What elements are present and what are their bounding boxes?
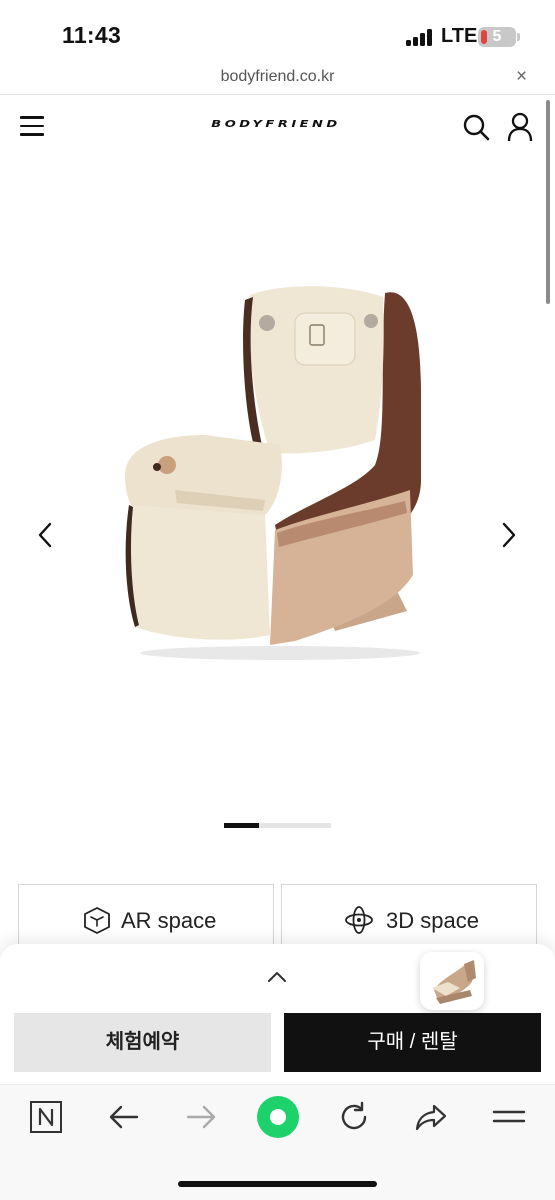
chevron-right-icon[interactable] bbox=[498, 518, 520, 552]
reserve-trial-button[interactable]: 체험예약 bbox=[14, 1013, 271, 1072]
3d-space-label: 3D space bbox=[386, 908, 479, 933]
chevron-up-icon[interactable] bbox=[266, 970, 288, 984]
thumbnail-chair-image bbox=[432, 960, 476, 1004]
product-image bbox=[125, 286, 421, 660]
share-icon[interactable] bbox=[414, 1100, 448, 1134]
ar-space-label: AR space bbox=[121, 908, 217, 933]
search-icon[interactable] bbox=[462, 113, 490, 141]
chevron-left-icon[interactable] bbox=[34, 518, 56, 552]
product-thumbnail[interactable] bbox=[420, 952, 484, 1010]
signal-icon bbox=[406, 29, 434, 46]
close-icon[interactable]: × bbox=[516, 66, 527, 88]
carousel-progress bbox=[224, 823, 331, 828]
url-bar[interactable]: bodyfriend.co.kr × bbox=[0, 62, 555, 95]
home-indicator bbox=[178, 1181, 377, 1187]
menu-lines-icon[interactable] bbox=[492, 1100, 526, 1134]
status-time: 11:43 bbox=[62, 22, 122, 48]
hamburger-menu-icon[interactable] bbox=[20, 116, 44, 136]
orbit-icon bbox=[345, 906, 373, 934]
carousel-progress-fill bbox=[224, 823, 260, 828]
status-bar: 11:43 LTE 5 bbox=[0, 0, 555, 62]
battery-icon: 5 bbox=[478, 27, 516, 47]
buy-rental-button[interactable]: 구매 / 렌탈 bbox=[284, 1013, 541, 1072]
naver-n-icon[interactable] bbox=[29, 1100, 63, 1134]
refresh-icon[interactable] bbox=[337, 1100, 371, 1134]
battery-level: 5 bbox=[492, 28, 502, 45]
network-label: LTE bbox=[441, 25, 478, 47]
back-arrow-icon[interactable] bbox=[107, 1100, 141, 1134]
brand-logo[interactable]: BODYFRIEND bbox=[180, 119, 372, 130]
green-home-icon[interactable] bbox=[256, 1095, 300, 1139]
cube-icon bbox=[84, 907, 110, 934]
page-scrollbar[interactable] bbox=[546, 100, 550, 304]
battery-tip bbox=[517, 33, 520, 41]
forward-arrow-icon[interactable] bbox=[184, 1100, 218, 1134]
url-text[interactable]: bodyfriend.co.kr bbox=[0, 68, 555, 86]
user-icon[interactable] bbox=[506, 112, 534, 142]
